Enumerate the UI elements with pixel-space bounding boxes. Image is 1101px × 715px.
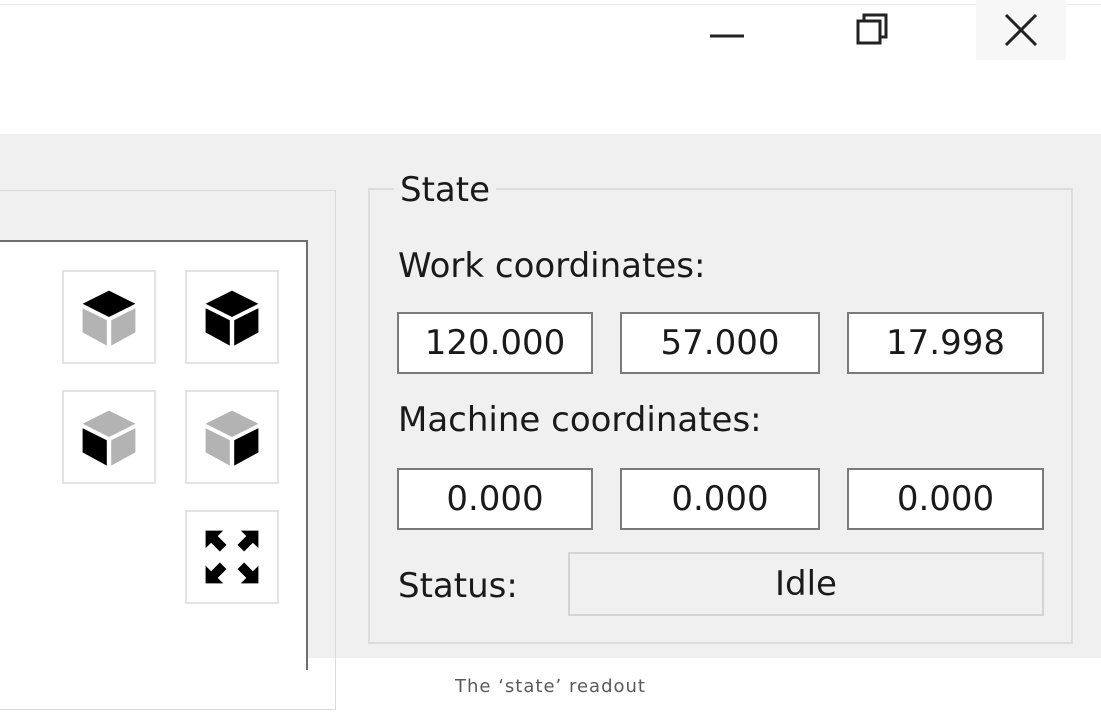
work-y-field: 57.000 [620, 312, 820, 374]
3d-view-canvas[interactable] [0, 240, 308, 670]
fit-view-icon [205, 530, 259, 584]
title-bar [0, 0, 1101, 134]
client-area: State Work coordinates: 120.000 57.000 1… [0, 134, 1101, 710]
fit-view-button[interactable] [185, 510, 279, 604]
close-button[interactable] [976, 0, 1066, 60]
close-icon [1004, 13, 1038, 47]
status-value: Idle [568, 552, 1044, 616]
minimize-button[interactable] [682, 0, 772, 60]
state-group-title: State [394, 170, 496, 210]
figure-caption: The ‘state’ readout [455, 676, 646, 697]
work-x-field: 120.000 [397, 312, 593, 374]
window-top-edge [0, 4, 1101, 5]
status-label: Status: [398, 566, 518, 606]
cube-top-icon [82, 290, 136, 346]
screenshot: State Work coordinates: 120.000 57.000 1… [0, 0, 1101, 715]
minimize-icon [710, 34, 744, 38]
view-iso-button[interactable] [185, 270, 279, 364]
work-coordinates-label: Work coordinates: [398, 246, 706, 286]
view-top-button[interactable] [62, 270, 156, 364]
cube-iso-icon [205, 290, 259, 346]
machine-coordinates-label: Machine coordinates: [398, 400, 762, 440]
cube-left-icon [82, 410, 136, 466]
cube-right-icon [205, 410, 259, 466]
restore-button[interactable] [828, 0, 918, 60]
machine-y-field: 0.000 [620, 468, 820, 530]
machine-x-field: 0.000 [397, 468, 593, 530]
restore-icon [856, 13, 888, 45]
view-left-button[interactable] [62, 390, 156, 484]
work-z-field: 17.998 [847, 312, 1044, 374]
view-right-button[interactable] [185, 390, 279, 484]
machine-z-field: 0.000 [847, 468, 1044, 530]
